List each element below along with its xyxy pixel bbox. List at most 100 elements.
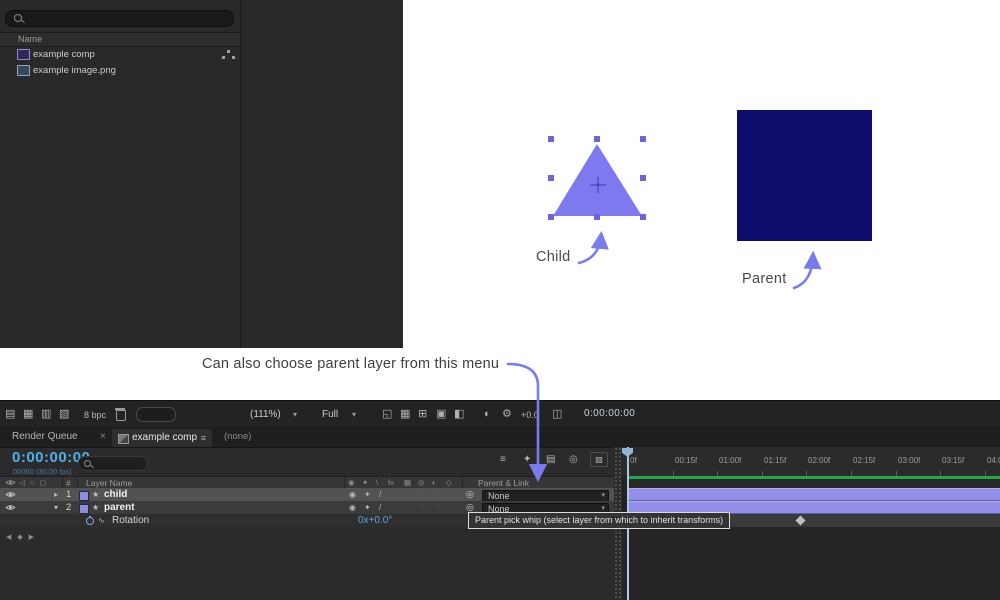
expand-arrow-icon[interactable]: ▾ <box>54 501 58 514</box>
project-item-label: example image.png <box>33 65 116 76</box>
panel-menu-icon[interactable]: ≡ <box>201 429 206 447</box>
child-label: Child <box>536 249 571 265</box>
collapse-switch[interactable]: ✦ <box>364 501 371 514</box>
project-search-input[interactable] <box>5 10 234 27</box>
snapshot-icon[interactable]: ◫ <box>552 407 562 421</box>
selection-handle[interactable] <box>640 175 646 181</box>
ruler-label: 01:00f <box>719 456 741 465</box>
layer-name[interactable]: child <box>104 488 127 501</box>
project-item-label: example comp <box>33 49 95 60</box>
selection-handle[interactable] <box>594 136 600 142</box>
ruler-label: 00:15f <box>675 456 697 465</box>
selection-handle[interactable] <box>548 175 554 181</box>
parent-square-layer[interactable] <box>737 110 872 241</box>
ruler-label: 0f <box>630 456 637 465</box>
selection-handle[interactable] <box>640 214 646 220</box>
selection-handle[interactable] <box>594 214 600 220</box>
motion-blur-switch[interactable]: ○ <box>420 488 424 501</box>
ruler-label: 02:00f <box>808 456 830 465</box>
layer-name[interactable]: parent <box>104 501 135 514</box>
label-color-swatch[interactable] <box>79 491 89 501</box>
selection-handle[interactable] <box>548 214 554 220</box>
eye-icon[interactable] <box>5 504 16 511</box>
timeline-search-input[interactable] <box>78 456 148 471</box>
grid-guides-icon[interactable]: ⊞ <box>418 407 427 421</box>
layer-row-child[interactable]: ▸ 1 ★ child ◉ ✦ / ○ ○ ◎ None ▾ <box>0 488 614 501</box>
shy-toggle-icon[interactable]: ≡ <box>500 454 506 465</box>
time-ruler[interactable]: 0f 00:15f 01:00f 01:15f 02:00f 02:15f 03… <box>622 447 1000 477</box>
parent-arrow <box>794 256 813 288</box>
toolbar-meter <box>136 407 176 422</box>
after-effects-window: Name example comp example image.png Chil… <box>0 0 1000 600</box>
threed-switch[interactable]: ○ <box>436 488 440 501</box>
toggle-switches-button[interactable]: ▨ <box>590 452 608 467</box>
quality-switch[interactable]: / <box>379 488 381 501</box>
child-triangle-layer[interactable] <box>540 130 660 225</box>
composition-icon <box>118 434 129 444</box>
transparency-grid-icon[interactable]: ▦ <box>400 407 410 421</box>
ruler-label: 02:15f <box>853 456 875 465</box>
motion-blur-switch[interactable]: ○ <box>420 501 424 514</box>
parent-dropdown-value: None <box>488 491 510 501</box>
layer-number: 2 <box>66 501 71 514</box>
shape-layer-icon: ★ <box>92 488 99 501</box>
tab-render-queue[interactable]: Render Queue <box>12 427 78 447</box>
bit-depth-button[interactable]: 8 bpc <box>84 410 106 420</box>
workspace-icon[interactable]: ▤ <box>5 407 15 421</box>
eye-icon[interactable] <box>5 491 16 498</box>
tab-example-comp[interactable]: example comp ≡ <box>112 429 212 447</box>
toolbar-timecode[interactable]: 0:00:00:00 <box>584 408 635 419</box>
ruler-label: 03:00f <box>898 456 920 465</box>
parent-label: Parent <box>742 271 787 287</box>
chevron-down-icon: ▾ <box>601 491 605 501</box>
selection-handle[interactable] <box>640 136 646 142</box>
threed-switch[interactable]: ○ <box>436 501 440 514</box>
close-icon[interactable]: × <box>100 427 106 447</box>
graph-editor-icon[interactable]: ◎ <box>569 454 578 465</box>
project-item-image[interactable]: example image.png <box>0 63 240 78</box>
project-list-header: Name <box>0 32 240 47</box>
mask-visibility-icon[interactable]: ▣ <box>436 407 446 421</box>
motion-blur-icon[interactable]: ▤ <box>546 454 555 465</box>
magnification-select[interactable]: (111%) <box>250 409 281 420</box>
search-icon <box>14 14 22 22</box>
rotation-value[interactable]: 0x+0.0° <box>358 514 392 527</box>
keyframe-navigator[interactable]: ◀ ◆ ▶ <box>6 533 36 541</box>
pick-whip-tooltip: Parent pick whip (select layer from whic… <box>468 512 730 529</box>
view-layout-icon[interactable]: ◧ <box>454 407 464 421</box>
image-file-icon <box>17 65 30 76</box>
ruler-label: 01:15f <box>764 456 786 465</box>
ruler-label: 04:00f <box>987 456 1000 465</box>
resolution-select[interactable]: Full <box>322 409 338 420</box>
exposure-value[interactable]: +0.0 <box>521 410 539 420</box>
collapse-switch[interactable]: ✦ <box>364 488 371 501</box>
parent-dropdown[interactable]: None ▾ <box>482 490 609 502</box>
new-comp-icon[interactable]: ▧ <box>59 407 69 421</box>
child-arrow <box>579 236 601 263</box>
selection-handle[interactable] <box>548 136 554 142</box>
channels-icon[interactable]: ◐ <box>484 407 491 421</box>
frame-blend-icon[interactable]: ✦ <box>523 454 531 465</box>
annotation-text: Can also choose parent layer from this m… <box>202 356 499 372</box>
pick-whip-icon[interactable]: ◎ <box>466 488 474 501</box>
tab-label: example comp <box>132 428 197 448</box>
timeline-tabbar: Render Queue × example comp ≡ (none) <box>0 427 1000 448</box>
gear-icon[interactable]: ⚙ <box>502 407 512 421</box>
shy-switch[interactable]: ◉ <box>349 488 356 501</box>
graph-icon: ∿ <box>98 514 105 527</box>
frame-info: 00060 (30.00 fps) <box>13 467 72 476</box>
roi-icon[interactable]: ◱ <box>382 407 392 421</box>
shy-switch[interactable]: ◉ <box>349 501 356 514</box>
project-item-comp[interactable]: example comp <box>0 47 240 62</box>
expand-arrow-icon[interactable]: ▸ <box>54 488 58 501</box>
quality-switch[interactable]: / <box>379 501 381 514</box>
layer-bar-child[interactable] <box>628 488 1000 501</box>
label-color-swatch[interactable] <box>79 504 89 514</box>
ruler-label: 03:15f <box>942 456 964 465</box>
stopwatch-icon[interactable] <box>86 517 94 525</box>
comp-usage-icon <box>227 50 230 53</box>
footage-icon[interactable]: ▦ <box>23 407 33 421</box>
search-icon <box>84 460 91 467</box>
folder-icon[interactable]: ▥ <box>41 407 51 421</box>
delete-icon[interactable] <box>116 410 126 421</box>
